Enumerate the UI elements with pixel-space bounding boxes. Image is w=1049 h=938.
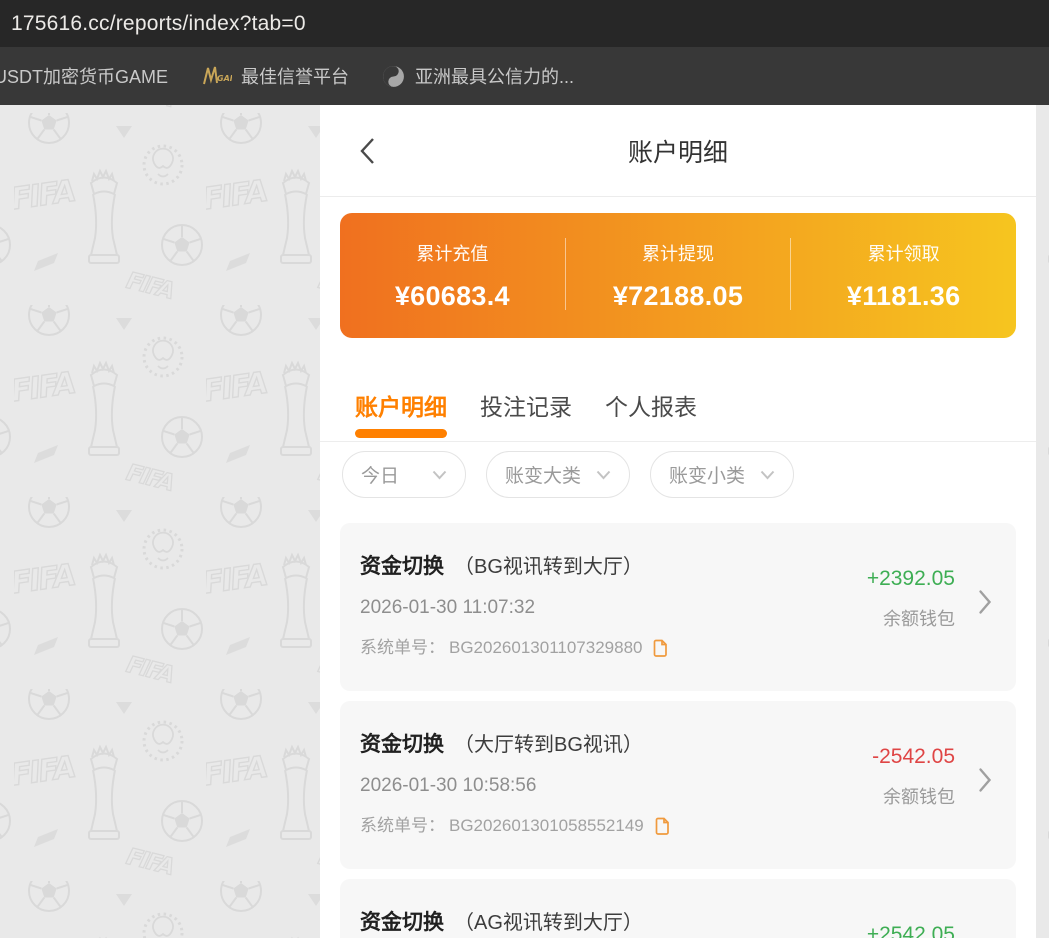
- filter-label: 账变小类: [669, 461, 745, 488]
- record-card[interactable]: 资金切换 （AG视讯转到大厅） +2542.05: [340, 879, 1016, 938]
- summary-label: 累计充值: [416, 240, 488, 266]
- record-order-label: 系统单号：: [360, 637, 445, 659]
- page-background: FIFA FIFA 账户明细 累计充值 ¥60683.4: [0, 105, 1049, 938]
- record-title: 资金切换: [360, 553, 444, 581]
- filters-row: 今日 账变大类 账变小类: [320, 442, 1036, 511]
- gold-game-logo-icon: GAME: [200, 65, 232, 87]
- record-order-label: 系统单号：: [360, 815, 445, 837]
- summary-label: 累计领取: [868, 240, 940, 266]
- record-order-no: BG202601301058552149: [449, 815, 644, 837]
- page-title: 账户明细: [628, 133, 728, 169]
- panel-header: 账户明细: [320, 105, 1036, 197]
- chevron-left-icon: [359, 136, 376, 166]
- record-subtitle: （BG视讯转到大厅）: [454, 553, 643, 581]
- bookmark-label: 亚洲最具公信力的...: [415, 63, 574, 89]
- summary-label: 累计提现: [642, 240, 714, 266]
- url-text: 175616.cc/reports/index?tab=0: [11, 12, 306, 36]
- filter-category-major-dropdown[interactable]: 账变大类: [486, 451, 630, 498]
- summary-value: ¥1181.36: [847, 281, 961, 312]
- tab-label: 投注记录: [480, 388, 572, 422]
- record-amount: +2392.05: [867, 567, 955, 591]
- record-amount: +2542.05: [867, 923, 955, 938]
- tab-bet-records[interactable]: 投注记录: [480, 368, 572, 441]
- copy-icon[interactable]: [652, 638, 669, 658]
- record-wallet: 余额钱包: [883, 783, 955, 809]
- bookmark-best-reputation[interactable]: GAME 最佳信誉平台: [200, 63, 349, 89]
- tab-label: 账户明细: [355, 388, 447, 422]
- summary-value: ¥60683.4: [395, 281, 510, 312]
- globe-icon: [381, 64, 406, 89]
- filter-label: 今日: [361, 461, 399, 488]
- record-subtitle: （大厅转到BG视讯）: [454, 731, 643, 759]
- back-button[interactable]: [353, 135, 381, 167]
- chevron-right-icon[interactable]: [978, 589, 992, 620]
- record-card[interactable]: 资金切换 （BG视讯转到大厅） 2026-01-30 11:07:32 系统单号…: [340, 523, 1016, 691]
- account-detail-panel: 账户明细 累计充值 ¥60683.4 累计提现 ¥72188.05 累计领取 ¥…: [320, 105, 1036, 938]
- summary-total-deposit: 累计充值 ¥60683.4: [340, 213, 565, 338]
- record-card[interactable]: 资金切换 （大厅转到BG视讯） 2026-01-30 10:58:56 系统单号…: [340, 701, 1016, 869]
- filter-date-dropdown[interactable]: 今日: [342, 451, 466, 498]
- copy-icon[interactable]: [654, 816, 671, 836]
- tab-label: 个人报表: [605, 388, 697, 422]
- bookmark-usdt-game[interactable]: USDT加密货币GAME: [0, 63, 168, 89]
- chevron-down-icon: [596, 470, 611, 480]
- record-wallet: 余额钱包: [883, 605, 955, 631]
- record-title: 资金切换: [360, 731, 444, 759]
- filter-label: 账变大类: [505, 461, 581, 488]
- record-list: 资金切换 （BG视讯转到大厅） 2026-01-30 11:07:32 系统单号…: [320, 511, 1036, 938]
- summary-total-withdraw: 累计提现 ¥72188.05: [566, 213, 791, 338]
- record-subtitle: （AG视讯转到大厅）: [454, 909, 643, 937]
- summary-card: 累计充值 ¥60683.4 累计提现 ¥72188.05 累计领取 ¥1181.…: [340, 213, 1016, 338]
- filter-category-minor-dropdown[interactable]: 账变小类: [650, 451, 794, 498]
- record-title: 资金切换: [360, 909, 444, 937]
- tab-personal-report[interactable]: 个人报表: [605, 368, 697, 441]
- record-order-no: BG202601301107329880: [449, 637, 642, 659]
- tab-account-detail[interactable]: 账户明细: [355, 368, 447, 441]
- summary-total-claimed: 累计领取 ¥1181.36: [791, 213, 1016, 338]
- bookmark-asia-credibility[interactable]: 亚洲最具公信力的...: [381, 63, 574, 89]
- bookmark-label: 最佳信誉平台: [241, 63, 349, 89]
- chevron-down-icon: [760, 470, 775, 480]
- chevron-right-icon[interactable]: [978, 767, 992, 798]
- bookmark-label: USDT加密货币GAME: [0, 63, 168, 89]
- record-amount: -2542.05: [872, 745, 955, 769]
- svg-text:GAME: GAME: [217, 74, 232, 83]
- bookmarks-bar: USDT加密货币GAME GAME 最佳信誉平台 亚洲最具公信力的...: [0, 47, 1049, 105]
- summary-value: ¥72188.05: [613, 281, 743, 312]
- tabs-row: 账户明细 投注记录 个人报表: [320, 368, 1036, 442]
- chevron-down-icon: [432, 470, 447, 480]
- address-bar[interactable]: 175616.cc/reports/index?tab=0: [0, 0, 1049, 47]
